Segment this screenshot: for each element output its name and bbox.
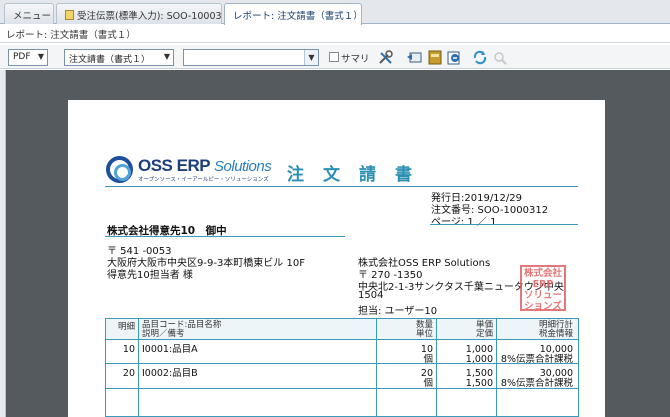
table-row-unit: 個 bbox=[423, 378, 433, 389]
template-select-value: 注文請書（書式１） bbox=[69, 55, 151, 65]
tab-sales-order[interactable]: 受注伝票(標準入力): SOO-1000312✖ bbox=[56, 3, 222, 24]
company-address-line2: 1504 bbox=[358, 290, 384, 301]
summary-checkbox[interactable] bbox=[329, 52, 339, 62]
col-header-description: 説明／備考 bbox=[142, 329, 185, 339]
seal-line: ERP bbox=[532, 279, 554, 290]
tab-sales-order-label: 受注伝票(標準入力): SOO-1000312 bbox=[77, 11, 222, 22]
logo-mark-icon bbox=[106, 156, 133, 183]
customize-tools-icon[interactable] bbox=[378, 50, 394, 65]
col-header-line-no: 明細 bbox=[117, 322, 135, 332]
chevron-down-icon[interactable]: ▼ bbox=[304, 50, 318, 65]
refresh-icon[interactable] bbox=[472, 50, 488, 65]
filter-combo[interactable]: ▼ bbox=[183, 49, 319, 66]
tab-report-label: レポート: 注文請書（書式１） bbox=[233, 11, 362, 22]
report-toolbar: PDF ▼ 注文請書（書式１） ▼ ▼ サマリ bbox=[0, 45, 670, 69]
title-rule bbox=[105, 186, 578, 187]
document-title: 注文請書 bbox=[287, 165, 431, 185]
side-panel-handle[interactable] bbox=[0, 70, 6, 417]
breadcrumb: レポート: 注文請書（書式１） bbox=[6, 30, 136, 41]
table-row-item: I0001:品目A bbox=[142, 344, 198, 355]
table-row-tax: 8%伝票合計課税 bbox=[500, 378, 573, 389]
table-row-list-price: 1,000 bbox=[465, 354, 493, 365]
divider bbox=[0, 42, 670, 43]
format-select-value: PDF bbox=[13, 52, 31, 62]
tab-menu[interactable]: メニュー bbox=[4, 3, 54, 24]
seal-line: ソリュー bbox=[523, 290, 562, 301]
tab-bar: メニュー 受注伝票(標準入力): SOO-1000312✖ レポート: 注文請書… bbox=[0, 0, 670, 25]
summary-label: サマリ bbox=[341, 54, 370, 65]
table-row-line-no: 20 bbox=[122, 368, 135, 379]
table-row-unit: 個 bbox=[423, 354, 433, 365]
zoom-icon bbox=[494, 52, 507, 65]
company-person: 担当: ユーザー10 bbox=[358, 306, 438, 317]
meta-rule bbox=[430, 224, 578, 225]
col-header-list-price: 定価 bbox=[475, 329, 493, 339]
chevron-down-icon: ▼ bbox=[163, 52, 170, 61]
table-row-list-price: 1,500 bbox=[465, 378, 493, 389]
col-header-unit: 単位 bbox=[415, 329, 433, 339]
customer-contact: 得意先10担当者 様 bbox=[107, 270, 193, 281]
page-number: ページ: 1 ／ 1 bbox=[431, 217, 497, 228]
line-items-table: 明細 品目コード:品目名称 説明／備考 数量 単位 単価 定価 明細行計 税金情… bbox=[105, 318, 579, 417]
send-mail-icon[interactable] bbox=[406, 50, 422, 65]
table-row-item: I0002:品目B bbox=[142, 368, 198, 379]
tab-menu-label: メニュー bbox=[13, 11, 52, 22]
document-icon bbox=[65, 10, 74, 20]
table-row-line-no: 10 bbox=[122, 344, 135, 355]
logo-italic-text: Solutions bbox=[214, 158, 272, 175]
col-header-tax: 税金情報 bbox=[538, 329, 573, 339]
seal-line: 株式会社 bbox=[523, 268, 562, 279]
logo-subtitle: オープンソース・イーアールピー・ソリューションズ bbox=[138, 177, 269, 183]
tab-report[interactable]: レポート: 注文請書（書式１）✖ bbox=[224, 3, 362, 25]
template-select[interactable]: 注文請書（書式１） ▼ bbox=[64, 49, 174, 66]
company-seal-stamp: 株式会社 ERP ソリュー ションズ bbox=[520, 265, 566, 312]
table-row-tax: 8%伝票合計課税 bbox=[500, 354, 573, 365]
format-select[interactable]: PDF ▼ bbox=[8, 49, 48, 66]
chevron-down-icon: ▼ bbox=[37, 52, 44, 61]
seal-line: ションズ bbox=[524, 301, 562, 312]
export-icon[interactable] bbox=[446, 50, 462, 65]
customer-rule bbox=[105, 236, 345, 237]
logo-main-text: OSS ERP bbox=[138, 156, 210, 175]
archive-icon[interactable] bbox=[427, 50, 443, 65]
